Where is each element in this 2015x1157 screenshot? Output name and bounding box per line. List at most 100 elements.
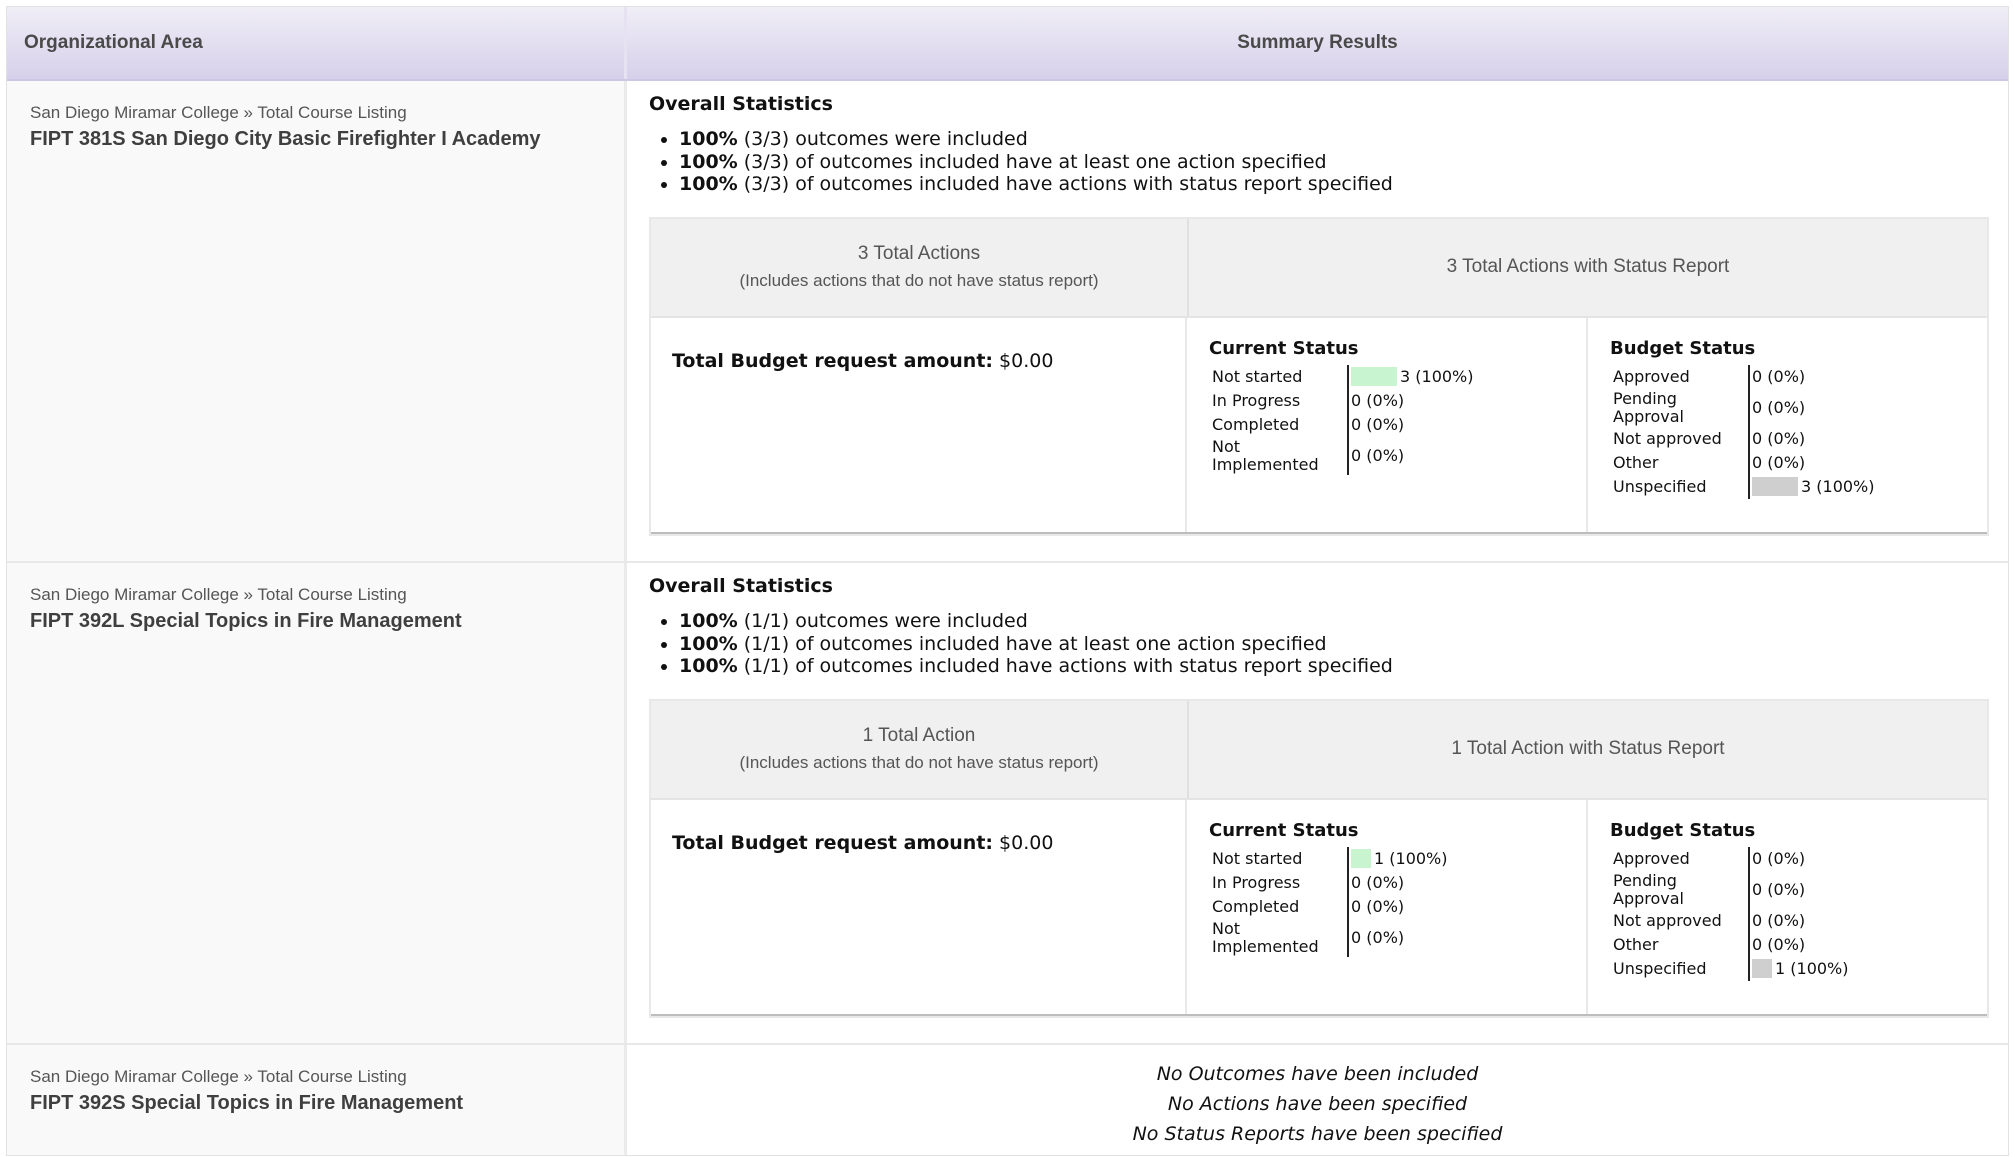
summary-cell: Overall Statistics 100% (3/3) outcomes w… — [627, 81, 2008, 561]
status-value: 1 (100%) — [1374, 849, 1448, 868]
list-item: 100% (3/3) of outcomes included have act… — [679, 173, 1990, 196]
actions-table-header: 1 Total Action (Includes actions that do… — [651, 700, 1987, 800]
budget-status-row: Pending Approval 0 (0%) — [1610, 388, 1987, 427]
stat-percent: 100% — [679, 128, 738, 150]
budget-status-row: Other 0 (0%) — [1610, 932, 1987, 957]
budget-status-value: 0 (0%) — [1752, 880, 1806, 899]
budget-status-title: Budget Status — [1610, 819, 1756, 841]
status-row: Completed 0 (0%) — [1209, 412, 1586, 437]
org-area-cell: San Diego Miramar College » Total Course… — [7, 1045, 627, 1155]
table-row: San Diego Miramar College » Total Course… — [7, 81, 2008, 563]
status-value: 0 (0%) — [1351, 391, 1405, 410]
status-label: Completed — [1212, 414, 1300, 434]
list-item: 100% (1/1) of outcomes included have act… — [679, 655, 1990, 678]
overall-statistics-title: Overall Statistics — [649, 93, 833, 115]
budget-status-value: 0 (0%) — [1752, 398, 1806, 417]
status-value: 3 (100%) — [1400, 367, 1474, 386]
budget-status-value: 1 (100%) — [1775, 959, 1849, 978]
budget-status-label: Pending Approval — [1613, 870, 1684, 908]
table-header: Organizational Area Summary Results — [7, 7, 2008, 81]
budget-status-label: Pending Approval — [1613, 388, 1684, 426]
budget-status-label: Unspecified — [1613, 476, 1707, 496]
breadcrumb[interactable]: San Diego Miramar College » Total Course… — [30, 1067, 624, 1087]
budget-status-row: Unspecified 3 (100%) — [1610, 474, 1987, 499]
status-value: 0 (0%) — [1351, 873, 1405, 892]
status-value: 0 (0%) — [1351, 897, 1405, 916]
current-status-title: Current Status — [1209, 819, 1359, 841]
budget-status-label: Other — [1613, 452, 1659, 472]
actions-table: 1 Total Action (Includes actions that do… — [649, 698, 1989, 1018]
status-bar — [1351, 367, 1397, 386]
budget-status-cell: Budget Status Approved 0 (0%) Pending App… — [1588, 800, 1987, 1014]
budget-status-row: Approved 0 (0%) — [1610, 846, 1987, 871]
list-item: 100% (1/1) of outcomes included have at … — [679, 633, 1990, 656]
status-row: Completed 0 (0%) — [1209, 894, 1586, 919]
budget-request-value: $0.00 — [999, 831, 1054, 854]
statistics-list: 100% (1/1) outcomes were included 100% (… — [649, 610, 1990, 678]
status-label: In Progress — [1212, 390, 1301, 410]
budget-status-row: Approved 0 (0%) — [1610, 364, 1987, 389]
budget-request-cell: Total Budget request amount: $0.00 — [651, 317, 1187, 532]
status-report-actions-header: 3 Total Actions with Status Report — [1446, 256, 1730, 277]
course-title[interactable]: FIPT 392L Special Topics in Fire Managem… — [30, 610, 624, 633]
course-title[interactable]: FIPT 392S Special Topics in Fire Managem… — [30, 1092, 624, 1115]
no-status-reports-message: No Status Reports have been specified — [1132, 1123, 1503, 1145]
stat-text: (1/1) of outcomes included have actions … — [743, 655, 1393, 677]
budget-request-label: Total Budget request amount: — [672, 349, 993, 372]
budget-status-bar — [1752, 477, 1798, 496]
header-summary-results[interactable]: Summary Results — [627, 7, 2008, 79]
total-actions-header: 1 Total Action (Includes actions that do… — [651, 700, 1189, 798]
budget-status-title: Budget Status — [1610, 337, 1756, 359]
budget-status-value: 0 (0%) — [1752, 849, 1806, 868]
stat-percent: 100% — [679, 632, 738, 655]
status-label: Not started — [1212, 366, 1303, 386]
stat-percent: 100% — [679, 150, 738, 173]
list-item: 100% (3/3) outcomes were included — [679, 128, 1990, 151]
total-actions-count: 3 Total Actions — [857, 243, 981, 264]
list-item: 100% (1/1) outcomes were included — [679, 610, 1990, 633]
status-row: In Progress 0 (0%) — [1209, 388, 1586, 413]
status-report-actions-header: 1 Total Action with Status Report — [1451, 738, 1725, 759]
status-value: 0 (0%) — [1351, 415, 1405, 434]
org-area-cell: San Diego Miramar College » Total Course… — [7, 81, 627, 561]
course-title[interactable]: FIPT 381S San Diego City Basic Firefight… — [30, 128, 624, 151]
statistics-list: 100% (3/3) outcomes were included 100% (… — [649, 128, 1990, 196]
budget-status-row: Not approved 0 (0%) — [1610, 426, 1987, 451]
budget-status-value: 0 (0%) — [1752, 367, 1806, 386]
budget-status-row: Other 0 (0%) — [1610, 450, 1987, 475]
status-label: In Progress — [1212, 872, 1301, 892]
table-row: San Diego Miramar College » Total Course… — [7, 563, 2008, 1045]
budget-status-row: Not approved 0 (0%) — [1610, 908, 1987, 933]
summary-cell: Overall Statistics 100% (1/1) outcomes w… — [627, 563, 2008, 1043]
budget-status-row: Unspecified 1 (100%) — [1610, 956, 1987, 981]
budget-status-bar — [1752, 959, 1772, 978]
budget-status-label: Not approved — [1613, 428, 1722, 448]
budget-status-row: Pending Approval 0 (0%) — [1610, 870, 1987, 909]
no-outcomes-message: No Outcomes have been included — [1156, 1063, 1479, 1085]
breadcrumb[interactable]: San Diego Miramar College » Total Course… — [30, 103, 624, 123]
budget-status-cell: Budget Status Approved 0 (0%) Pending App… — [1588, 318, 1987, 532]
current-status-cell: Current Status Not started 3 (100%) In Pr… — [1187, 317, 1588, 532]
overall-statistics-title: Overall Statistics — [649, 575, 833, 597]
stat-percent: 100% — [679, 655, 738, 677]
empty-summary-cell: No Outcomes have been included No Action… — [627, 1045, 2008, 1155]
status-label: Not started — [1212, 848, 1303, 868]
stat-text: (1/1) outcomes were included — [743, 610, 1028, 632]
breadcrumb[interactable]: San Diego Miramar College » Total Course… — [30, 585, 624, 605]
status-value: 0 (0%) — [1351, 928, 1405, 947]
header-organizational-area[interactable]: Organizational Area — [7, 7, 627, 79]
budget-status-value: 0 (0%) — [1752, 935, 1806, 954]
status-row: In Progress 0 (0%) — [1209, 870, 1586, 895]
budget-status-label: Approved — [1613, 848, 1690, 868]
status-label: Not Implemented — [1212, 918, 1319, 956]
actions-table: 3 Total Actions (Includes actions that d… — [649, 216, 1989, 536]
budget-request-value: $0.00 — [999, 349, 1054, 372]
budget-request-label: Total Budget request amount: — [672, 831, 993, 854]
budget-status-value: 0 (0%) — [1752, 911, 1806, 930]
status-row: Not started 3 (100%) — [1209, 364, 1586, 389]
list-item: 100% (3/3) of outcomes included have at … — [679, 151, 1990, 174]
stat-text: (1/1) of outcomes included have at least… — [743, 632, 1327, 655]
stat-text: (3/3) of outcomes included have at least… — [743, 150, 1327, 173]
org-area-cell: San Diego Miramar College » Total Course… — [7, 563, 627, 1043]
total-actions-note: (Includes actions that do not have statu… — [739, 753, 1099, 772]
